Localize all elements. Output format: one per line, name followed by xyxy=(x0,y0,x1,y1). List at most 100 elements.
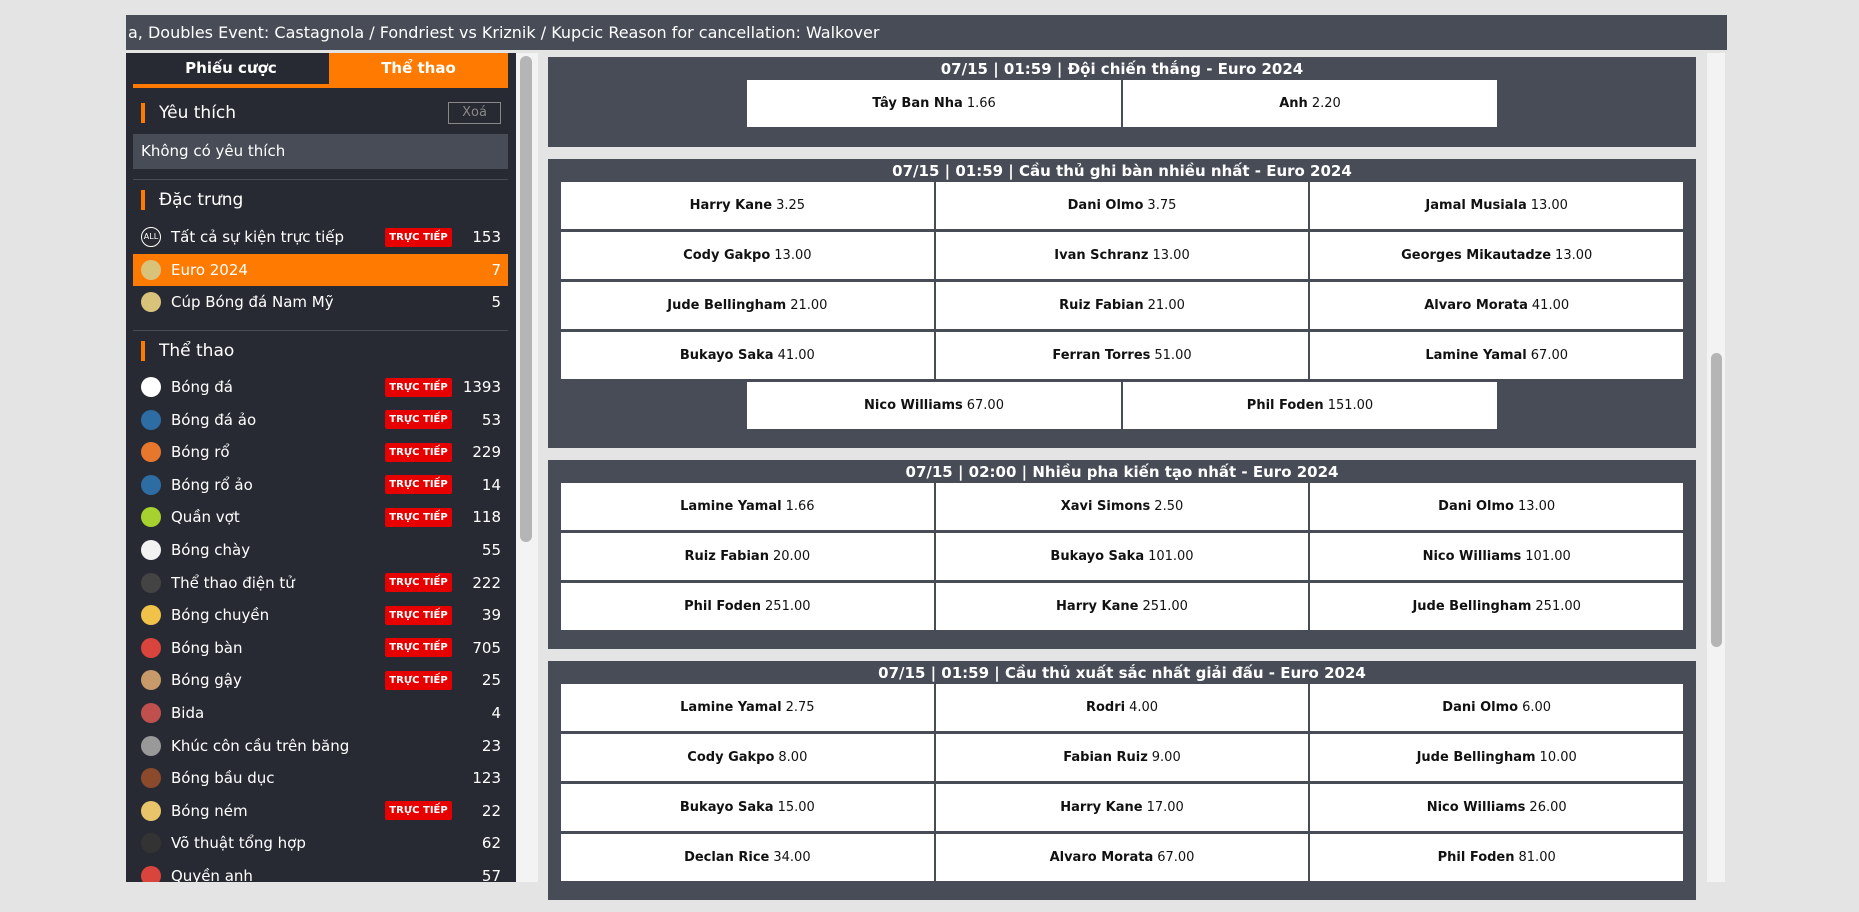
sidebar-item-sports[interactable]: Bóng ném TRỰC TIẾP 22 xyxy=(133,795,508,827)
odds-button[interactable]: Harry Kane 251.00 xyxy=(935,583,1309,630)
odds-button[interactable]: Jamal Musiala 13.00 xyxy=(1310,182,1684,229)
soccer-ball-icon xyxy=(141,377,161,397)
selection-name: Phil Foden xyxy=(684,599,762,614)
odds-button[interactable]: Jude Bellingham 251.00 xyxy=(1310,583,1684,630)
event-count: 25 xyxy=(481,671,501,690)
sidebar-item-sports[interactable]: Thể thao điện tử TRỰC TIẾP 222 xyxy=(133,567,508,599)
live-badge: TRỰC TIẾP xyxy=(385,605,452,625)
odds-button[interactable]: Jude Bellingham 21.00 xyxy=(561,282,934,329)
odds-value: 251.00 xyxy=(765,599,811,614)
sidebar-item-sports[interactable]: Võ thuật tổng hợp 62 xyxy=(133,827,508,859)
sidebar-scrollbar-thumb[interactable] xyxy=(520,56,532,542)
odds-button[interactable]: Dani Olmo 6.00 xyxy=(1310,684,1684,731)
odds-value: 251.00 xyxy=(1535,599,1581,614)
event-count: 39 xyxy=(481,606,501,625)
odds-button[interactable]: Lamine Yamal 67.00 xyxy=(1310,332,1684,379)
odds-row: Cody Gakpo 8.00 Fabian Ruiz 9.00 Jude Bellin… xyxy=(561,734,1684,781)
odds-button[interactable]: Xavi Simons 2.50 xyxy=(935,483,1309,530)
sidebar-item-sports[interactable]: Bóng gậy TRỰC TIẾP 25 xyxy=(133,664,508,696)
tennis-ball-icon xyxy=(141,507,161,528)
odds-button[interactable]: Nico Williams 101.00 xyxy=(1310,533,1684,580)
market-title: 07/15 | 01:59 | Đội chiến thắng - Euro 2… xyxy=(940,60,1304,78)
odds-value: 2.50 xyxy=(1154,499,1184,514)
odds-button[interactable]: Anh 2.20 xyxy=(1123,80,1497,127)
odds-button[interactable]: Dani Olmo 13.00 xyxy=(1310,483,1684,530)
tab-sports[interactable]: Thể thao xyxy=(329,53,508,84)
odds-button[interactable]: Tây Ban Nha 1.66 xyxy=(747,80,1121,127)
market-title: 07/15 | 02:00 | Nhiều pha kiến tạo nhất … xyxy=(905,463,1339,481)
sidebar-item-sports[interactable]: Bóng bàn TRỰC TIẾP 705 xyxy=(133,632,508,664)
odds-button[interactable]: Phil Foden 151.00 xyxy=(1123,382,1497,429)
odds-button[interactable]: Bukayo Saka 101.00 xyxy=(935,533,1309,580)
odds-value: 26.00 xyxy=(1529,800,1567,815)
sidebar-item-label: Bóng đá xyxy=(171,378,233,396)
event-count: 229 xyxy=(472,443,501,462)
odds-button[interactable]: Harry Kane 3.25 xyxy=(561,182,934,229)
odds-button[interactable]: Alvaro Morata 41.00 xyxy=(1310,282,1684,329)
odds-row: Ruiz Fabian 20.00 Bukayo Saka 101.00 Nico Wi… xyxy=(561,533,1684,580)
odds-value: 9.00 xyxy=(1151,750,1181,765)
odds-button[interactable]: Alvaro Morata 67.00 xyxy=(935,834,1309,881)
sidebar-item-featured[interactable]: Euro 2024 7 xyxy=(133,253,508,286)
sidebar-item-sports[interactable]: Bóng đá TRỰC TIẾP 1393 xyxy=(133,371,508,403)
odds-value: 3.75 xyxy=(1147,198,1177,213)
sidebar-item-sports[interactable]: Bóng rổ ảo TRỰC TIẾP 14 xyxy=(133,469,508,501)
sidebar-item-sports[interactable]: Quần vợt TRỰC TIẾP 118 xyxy=(133,501,508,533)
odds-button[interactable]: Nico Williams 26.00 xyxy=(1310,784,1684,831)
selection-name: Nico Williams xyxy=(1426,800,1526,815)
event-count: 705 xyxy=(472,638,501,657)
odds-button[interactable]: Phil Foden 251.00 xyxy=(561,583,934,630)
odds-button[interactable]: Georges Mikautadze 13.00 xyxy=(1310,232,1684,279)
event-count: 57 xyxy=(481,867,501,882)
odds-value: 13.00 xyxy=(1152,248,1190,263)
clear-favorites-button[interactable]: Xoá xyxy=(448,102,501,124)
odds-button[interactable]: Bukayo Saka 41.00 xyxy=(561,332,934,379)
odds-button[interactable]: Jude Bellingham 10.00 xyxy=(1310,734,1684,781)
odds-button[interactable]: Dani Olmo 3.75 xyxy=(935,182,1309,229)
event-count: 14 xyxy=(481,475,501,494)
odds-row: Declan Rice 34.00 Alvaro Morata 67.00 Phil F… xyxy=(561,834,1684,881)
sidebar-item-sports[interactable]: Quyền anh 57 xyxy=(133,860,508,882)
sidebar-item-label: Bóng chuyền xyxy=(171,606,270,625)
odds-value: 251.00 xyxy=(1142,599,1188,614)
odds-button[interactable]: Phil Foden 81.00 xyxy=(1310,834,1684,881)
selection-name: Harry Kane xyxy=(1060,800,1143,815)
favorites-title: Yêu thích xyxy=(159,103,237,123)
live-badge: TRỰC TIẾP xyxy=(385,573,452,593)
sidebar-item-sports[interactable]: Bóng bầu dục 123 xyxy=(133,762,508,794)
odds-button[interactable]: Declan Rice 34.00 xyxy=(561,834,934,881)
odds-button[interactable]: Lamine Yamal 2.75 xyxy=(561,684,934,731)
event-count: 53 xyxy=(481,410,501,429)
sidebar-item-sports[interactable]: Bóng chuyền TRỰC TIẾP 39 xyxy=(133,599,508,631)
odds-button[interactable]: Cody Gakpo 13.00 xyxy=(561,232,934,279)
odds-button[interactable]: Nico Williams 67.00 xyxy=(747,382,1121,429)
odds-button[interactable]: Ruiz Fabian 21.00 xyxy=(935,282,1309,329)
selection-name: Cody Gakpo xyxy=(683,248,771,263)
odds-button[interactable]: Bukayo Saka 15.00 xyxy=(561,784,934,831)
selection-name: Ivan Schranz xyxy=(1054,248,1149,263)
main-scrollbar-thumb[interactable] xyxy=(1711,353,1722,647)
sidebar-item-sports[interactable]: Bóng chày 55 xyxy=(133,534,508,566)
sidebar-item-sports[interactable]: Bóng đá ảo TRỰC TIẾP 53 xyxy=(133,404,508,436)
sidebar-item-label: Bida xyxy=(171,704,205,722)
sidebar-item-featured[interactable]: ALL Tất cả sự kiện trực tiếp TRỰC TIẾP 153 xyxy=(133,221,508,253)
odds-button[interactable]: Fabian Ruiz 9.00 xyxy=(935,734,1309,781)
mma-glove-icon xyxy=(141,833,161,854)
featured-header: Đặc trưng xyxy=(133,186,508,214)
odds-button[interactable]: Ruiz Fabian 20.00 xyxy=(561,533,934,580)
odds-button[interactable]: Rodri 4.00 xyxy=(935,684,1309,731)
odds-button[interactable]: Harry Kane 17.00 xyxy=(935,784,1309,831)
sidebar-item-featured[interactable]: Cúp Bóng đá Nam Mỹ 5 xyxy=(133,286,508,318)
sidebar-item-sports[interactable]: Bóng rổ TRỰC TIẾP 229 xyxy=(133,436,508,468)
odds-button[interactable]: Ferran Torres 51.00 xyxy=(935,332,1309,379)
tab-betslip[interactable]: Phiếu cược xyxy=(133,53,329,84)
selection-name: Lamine Yamal xyxy=(1425,348,1527,363)
sidebar-item-label: Bóng gậy xyxy=(171,671,242,690)
odds-button[interactable]: Lamine Yamal 1.66 xyxy=(561,483,934,530)
sidebar-item-sports[interactable]: Khúc côn cầu trên băng 23 xyxy=(133,730,508,762)
odds-button[interactable]: Ivan Schranz 13.00 xyxy=(935,232,1309,279)
odds-button[interactable]: Cody Gakpo 8.00 xyxy=(561,734,934,781)
selection-name: Dani Olmo xyxy=(1438,499,1514,514)
sidebar-item-sports[interactable]: Bida 4 xyxy=(133,697,508,729)
selection-name: Ruiz Fabian xyxy=(1059,298,1144,313)
